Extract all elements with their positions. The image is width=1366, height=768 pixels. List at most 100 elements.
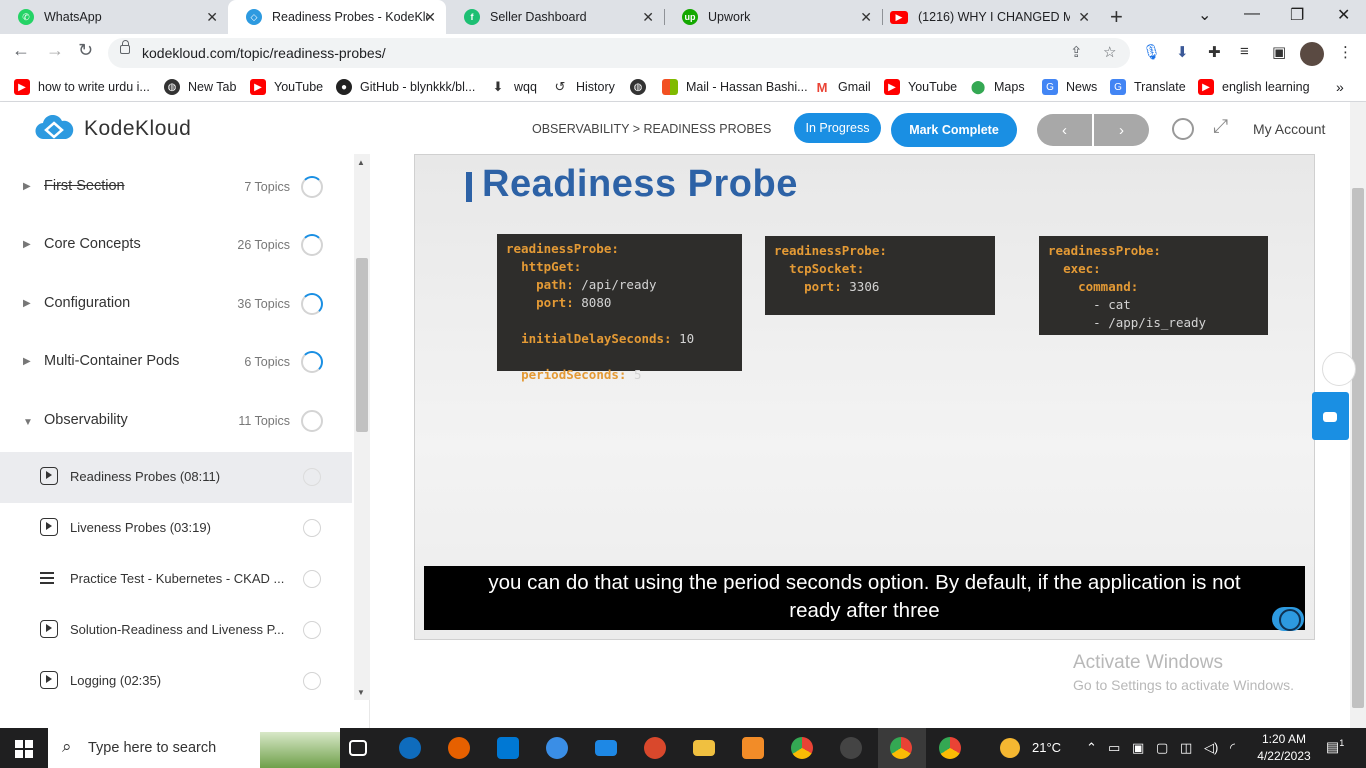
chat-widget-icon[interactable] bbox=[1312, 392, 1349, 440]
reading-list-icon[interactable]: ≡ bbox=[1240, 43, 1249, 60]
bookmark-item[interactable]: G News bbox=[1042, 79, 1097, 95]
device-icon[interactable]: ▢ bbox=[1156, 740, 1168, 756]
tab-title: Readiness Probes - KodeKlou bbox=[272, 10, 428, 24]
bookmark-item[interactable]: ▶ YouTube bbox=[884, 79, 957, 95]
bookmark-item[interactable]: ◍ New Tab bbox=[164, 79, 236, 95]
close-tab-icon[interactable]: ✕ bbox=[1078, 9, 1090, 26]
settings-app-icon[interactable] bbox=[742, 737, 764, 759]
tab-whatsapp[interactable]: ✆ WhatsApp ✕ bbox=[0, 0, 228, 34]
tab-title: Upwork bbox=[708, 10, 751, 24]
bookmark-item[interactable]: ⬇ wqq bbox=[490, 79, 537, 95]
forward-icon[interactable]: → bbox=[46, 40, 64, 61]
scroll-up-icon[interactable]: ▲ bbox=[357, 158, 365, 167]
extensions-icon[interactable]: ✚ bbox=[1208, 43, 1221, 61]
weather-icon[interactable] bbox=[1000, 738, 1020, 758]
mail-icon[interactable] bbox=[595, 740, 617, 756]
wifi-icon[interactable]: ◜ bbox=[1230, 740, 1235, 756]
notification-count: 1 bbox=[1339, 738, 1345, 748]
close-window-icon[interactable]: ✕ bbox=[1337, 5, 1350, 25]
section-first-section[interactable]: ▶ First Section 7 Topics bbox=[0, 162, 352, 220]
lesson-practice-test[interactable]: Practice Test - Kubernetes - CKAD ... bbox=[0, 554, 352, 605]
address-bar[interactable]: kodekloud.com/topic/readiness-probes/ ⇪ … bbox=[108, 38, 1130, 68]
in-progress-button[interactable]: In Progress bbox=[794, 113, 881, 143]
expand-arrow-icon: ▶ bbox=[23, 356, 31, 367]
chrome-profile-h-icon[interactable] bbox=[939, 737, 961, 759]
notification-icon[interactable]: ▤1 bbox=[1326, 738, 1344, 756]
section-configuration[interactable]: ▶ Configuration 36 Topics bbox=[0, 279, 352, 337]
lesson-solution[interactable]: Solution-Readiness and Liveness P... bbox=[0, 605, 352, 656]
tab-seller-dashboard[interactable]: f Seller Dashboard ✕ bbox=[446, 0, 664, 34]
task-view-icon[interactable] bbox=[349, 740, 367, 756]
my-account-link[interactable]: My Account bbox=[1253, 121, 1325, 137]
bookmark-item[interactable]: ⬤ Maps bbox=[970, 79, 1025, 95]
bookmark-item[interactable]: ▶ how to write urdu i... bbox=[14, 79, 150, 95]
show-hidden-icons-icon[interactable]: ⌃ bbox=[1086, 740, 1097, 756]
bookmark-item[interactable]: ▶ YouTube bbox=[250, 79, 323, 95]
section-multi-container-pods[interactable]: ▶ Multi-Container Pods 6 Topics bbox=[0, 337, 352, 395]
tab-youtube[interactable]: ▶ (1216) WHY I CHANGED MY ✕ bbox=[882, 0, 1100, 34]
display-icon[interactable]: ◫ bbox=[1180, 740, 1192, 756]
lesson-readiness-probes[interactable]: Readiness Probes (08:11) bbox=[0, 452, 352, 503]
side-panel-icon[interactable]: ▣ bbox=[1272, 43, 1286, 61]
bookmark-item[interactable]: ▶ english learning bbox=[1198, 79, 1310, 95]
sidebar-scroll-thumb[interactable] bbox=[356, 258, 368, 432]
tab-upwork[interactable]: up Upwork ✕ bbox=[664, 0, 882, 34]
app-icon[interactable] bbox=[644, 737, 666, 759]
bookmark-item[interactable]: G Translate bbox=[1110, 79, 1186, 95]
share-icon[interactable]: ⇪ bbox=[1070, 43, 1083, 61]
lesson-liveness-probes[interactable]: Liveness Probes (03:19) bbox=[0, 503, 352, 554]
logo-text[interactable]: KodeKloud bbox=[84, 117, 191, 141]
chrome-profile-icon[interactable] bbox=[890, 737, 912, 759]
reload-icon[interactable]: ↻ bbox=[78, 40, 93, 61]
network-icon[interactable]: ▣ bbox=[1132, 740, 1144, 756]
lesson-logging[interactable]: Logging (02:35) bbox=[0, 656, 352, 707]
collapse-arrow-icon: ▼ bbox=[23, 417, 33, 428]
section-core-concepts[interactable]: ▶ Core Concepts 26 Topics bbox=[0, 220, 352, 278]
temperature[interactable]: 21°C bbox=[1032, 740, 1061, 755]
windows-start-icon[interactable] bbox=[15, 740, 33, 758]
battery-icon[interactable]: ▭ bbox=[1108, 740, 1120, 756]
bookmark-star-icon[interactable]: ☆ bbox=[1103, 43, 1116, 61]
lesson-status-icon bbox=[303, 519, 321, 537]
code-line: readinessProbe: bbox=[506, 241, 619, 256]
next-topic-button[interactable]: › bbox=[1094, 114, 1149, 146]
profile-avatar[interactable] bbox=[1300, 42, 1324, 66]
chrome-menu-icon[interactable]: ⋮ bbox=[1338, 43, 1353, 61]
bookmark-item[interactable]: ● GitHub - blynkkk/bl... bbox=[336, 79, 475, 95]
chrome-icon[interactable] bbox=[791, 737, 813, 759]
file-explorer-icon[interactable] bbox=[693, 740, 715, 756]
tab-search-icon[interactable]: ⌄ bbox=[1198, 5, 1211, 25]
previous-topic-button[interactable]: ‹ bbox=[1037, 114, 1092, 146]
section-observability[interactable]: ▼ Observability 11 Topics bbox=[0, 396, 352, 454]
bookmark-item[interactable]: ↺ History bbox=[552, 79, 615, 95]
close-tab-icon[interactable]: ✕ bbox=[206, 9, 218, 26]
tab-readiness-probes[interactable]: ◇ Readiness Probes - KodeKlou ✕ bbox=[228, 0, 446, 34]
bookmark-item[interactable]: M Gmail bbox=[814, 79, 871, 95]
more-bookmarks-icon[interactable]: » bbox=[1336, 79, 1344, 95]
bookmark-item[interactable]: ◍ bbox=[630, 79, 654, 95]
page-scroll-thumb[interactable] bbox=[1352, 188, 1364, 708]
back-icon[interactable]: ← bbox=[12, 40, 30, 61]
mark-complete-button[interactable]: Mark Complete bbox=[891, 113, 1017, 147]
edge-icon[interactable] bbox=[399, 737, 421, 759]
progress-ring-icon bbox=[301, 234, 323, 256]
scroll-down-icon[interactable]: ▼ bbox=[357, 688, 365, 697]
fullscreen-icon[interactable]: ⤢ bbox=[1213, 116, 1228, 138]
bookmark-item[interactable]: Mail - Hassan Bashi... bbox=[662, 79, 808, 95]
restore-icon[interactable]: ❐ bbox=[1290, 5, 1304, 25]
telegram-icon[interactable] bbox=[546, 737, 568, 759]
system-clock[interactable]: 1:20 AM 4/22/2023 bbox=[1256, 731, 1312, 765]
volume-icon[interactable]: ◁) bbox=[1204, 740, 1218, 756]
store-icon[interactable] bbox=[497, 737, 519, 759]
close-tab-icon[interactable]: ✕ bbox=[424, 9, 436, 26]
firefox-icon[interactable] bbox=[448, 737, 470, 759]
microphone-extension-icon[interactable]: 🎙 bbox=[1142, 43, 1161, 61]
new-tab-icon[interactable]: + bbox=[1110, 4, 1123, 30]
voice-input-icon[interactable] bbox=[1322, 352, 1356, 386]
camera-icon[interactable] bbox=[840, 737, 862, 759]
close-tab-icon[interactable]: ✕ bbox=[642, 9, 654, 26]
download-extension-icon[interactable]: ⬇ bbox=[1176, 43, 1189, 61]
close-tab-icon[interactable]: ✕ bbox=[860, 9, 872, 26]
dark-mode-icon[interactable] bbox=[1172, 118, 1194, 140]
minimize-icon[interactable]: — bbox=[1244, 5, 1260, 23]
